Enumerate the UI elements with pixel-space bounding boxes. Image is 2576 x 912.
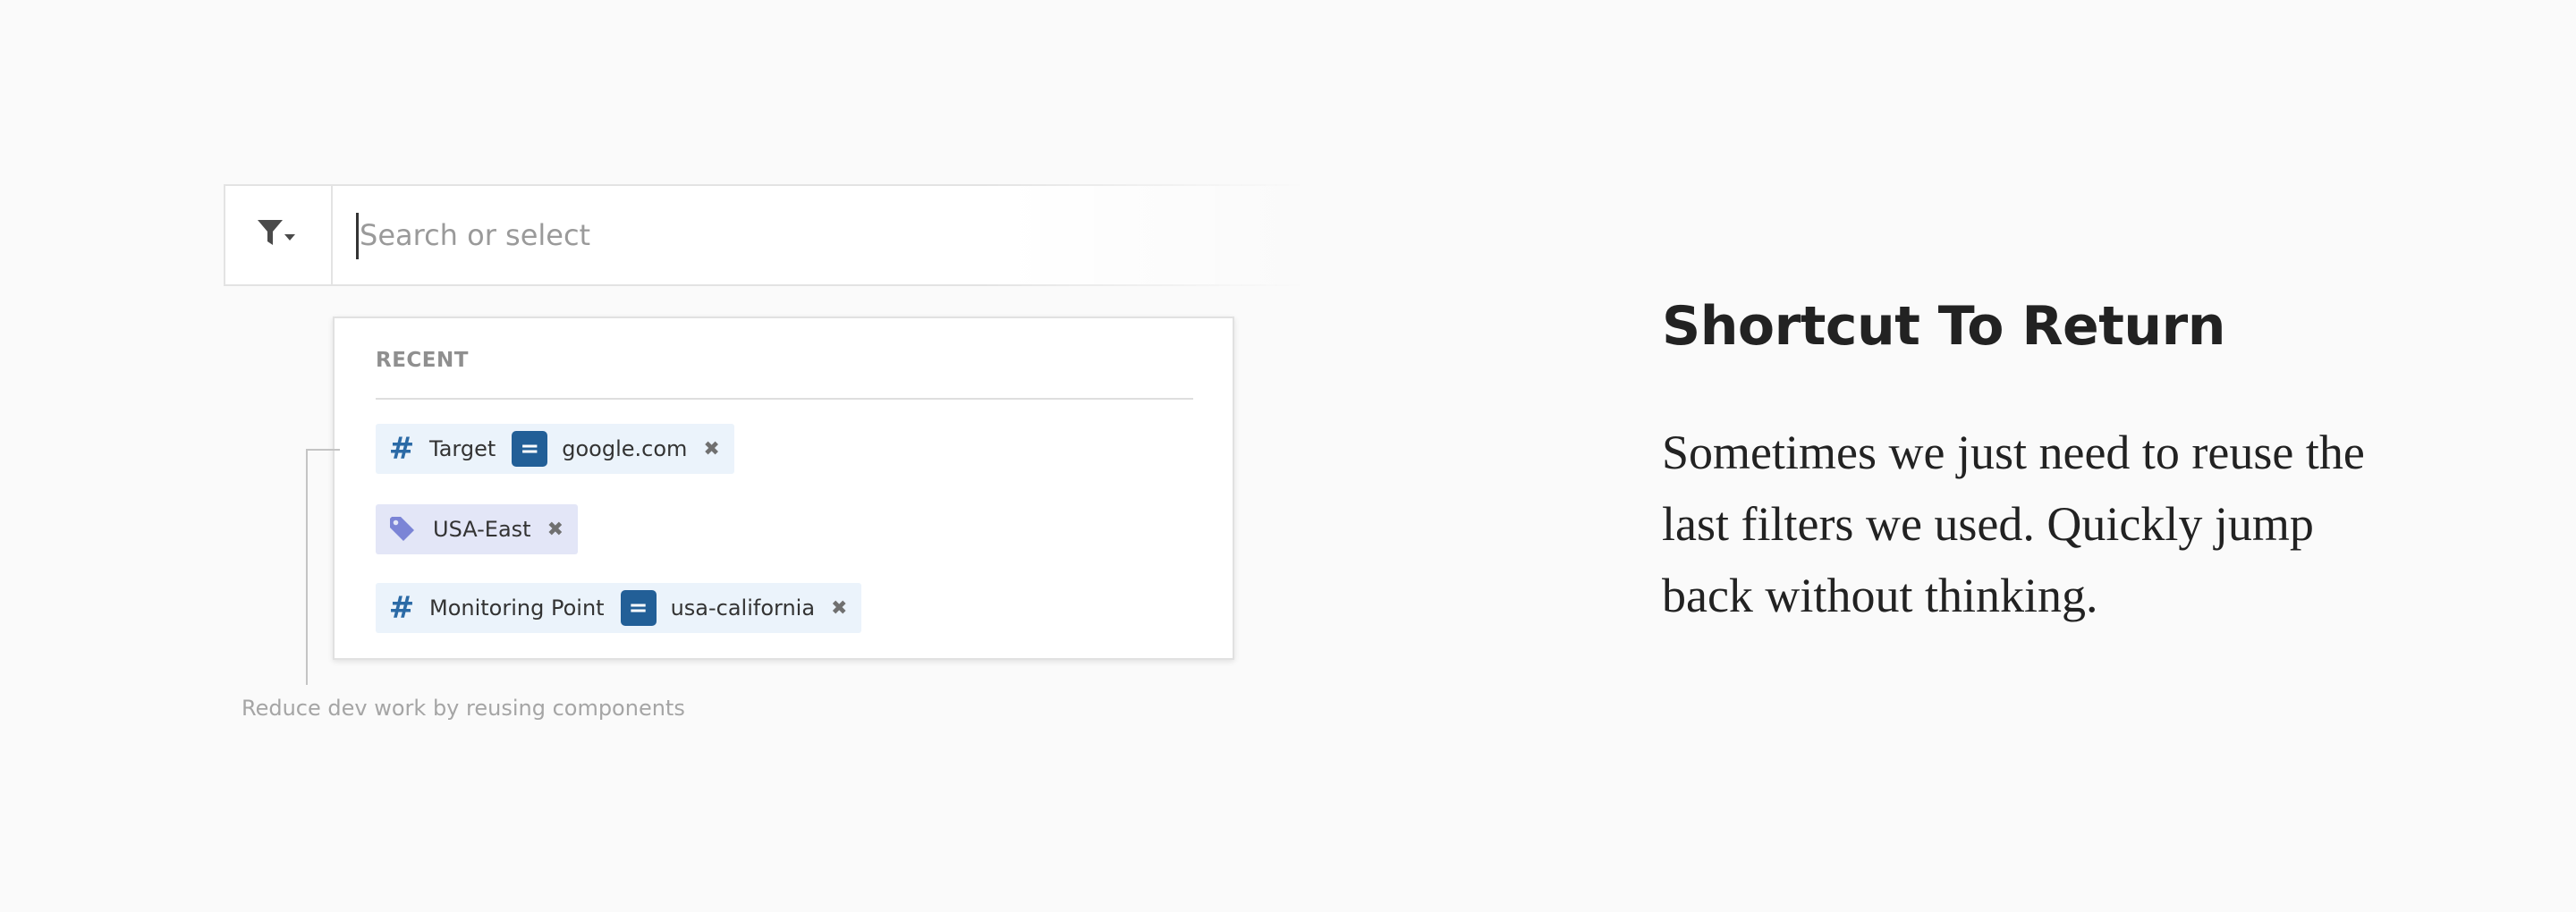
search-field [333,184,1306,286]
annotation-note: Reduce dev work by reusing components [242,696,685,721]
recent-heading: RECENT [376,349,469,372]
close-icon[interactable]: ✖ [547,519,564,541]
hash-icon: # [388,431,415,467]
recent-filter-chip[interactable]: # Target = google.com ✖ [376,424,734,474]
operator-badge: = [620,590,657,626]
hash-icon: # [388,590,415,626]
section-description: Sometimes we just need to reuse the last… [1662,426,2365,622]
divider [376,398,1193,400]
tag-label: USA-East [433,517,531,542]
recent-filter-chip[interactable]: USA-East ✖ [376,504,579,554]
tag-icon [388,515,417,544]
filter-value: google.com [562,436,688,461]
filter-dropdown-button[interactable] [224,184,333,286]
annotation-connector [306,449,340,685]
operator-badge: = [512,431,548,467]
filter-key: Target [429,436,496,461]
search-bar [224,184,1306,286]
section-title: Shortcut To Return [1662,295,2225,358]
text-caret [356,213,359,259]
filter-value: usa-california [670,595,816,621]
filter-icon [256,217,299,254]
recent-filter-chip[interactable]: # Monitoring Point = usa-california ✖ [376,583,862,633]
recent-filters-dropdown: RECENT # Target = google.com ✖ USA-East … [333,317,1234,660]
search-input[interactable] [333,184,1306,286]
stage: RECENT # Target = google.com ✖ USA-East … [0,0,2576,912]
close-icon[interactable]: ✖ [831,597,847,620]
filter-key: Monitoring Point [429,595,605,621]
close-icon[interactable]: ✖ [703,438,719,460]
